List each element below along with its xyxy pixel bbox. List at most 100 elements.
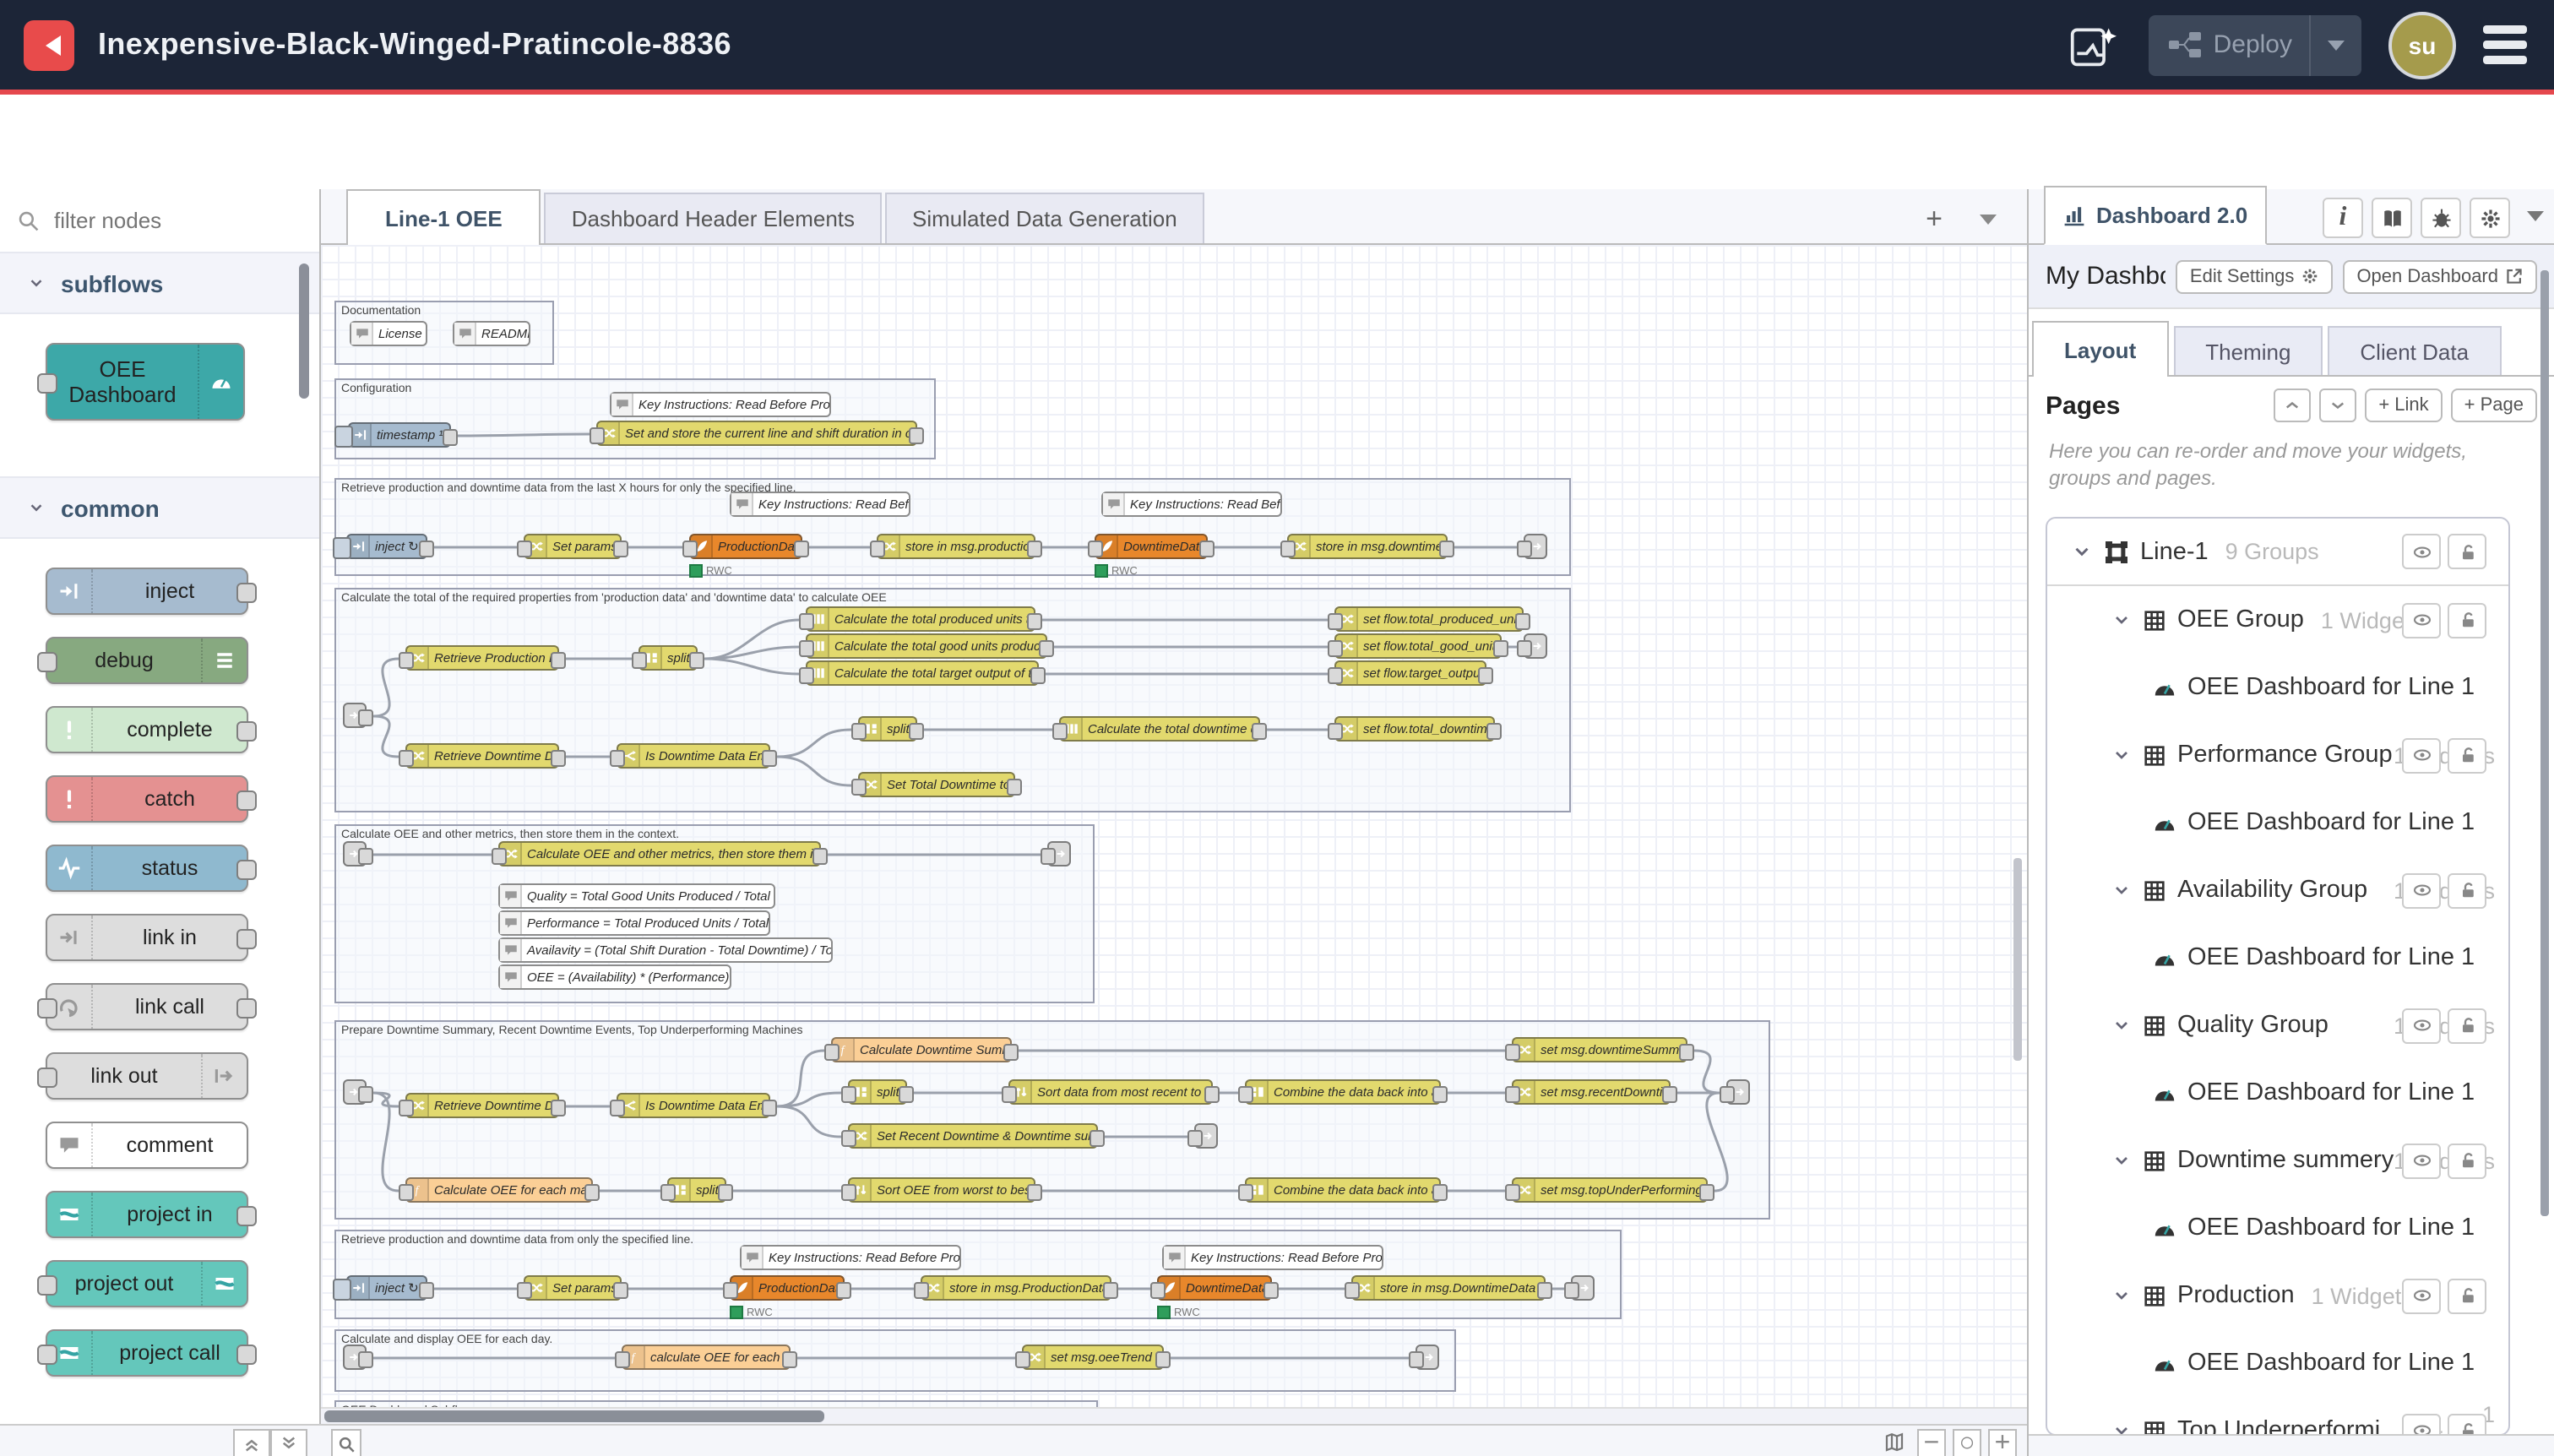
flow-node-switch[interactable]: Is Downtime Data Empty? <box>617 743 770 769</box>
flow-node-calc[interactable]: Calculate the total produced units today <box>806 606 1035 632</box>
settings-tab-icon[interactable] <box>2470 198 2510 238</box>
palette-node-comment[interactable]: comment <box>46 1122 248 1169</box>
lock-toggle-button[interactable] <box>2448 1008 2486 1043</box>
tree-group-row[interactable]: Top Underperformi...1 Widgets <box>2047 1397 2508 1436</box>
input-port[interactable] <box>37 998 57 1019</box>
lock-toggle-button[interactable] <box>2448 534 2486 569</box>
flow-tab-Line-1-OEE[interactable]: Line-1 OEE <box>346 189 541 245</box>
palette-node-project-call[interactable]: project call <box>46 1329 248 1377</box>
add-page-button[interactable]: + Page <box>2451 388 2537 422</box>
flow-node-change[interactable]: set msg.topUnderPerformingMachines <box>1512 1177 1708 1203</box>
lock-toggle-button[interactable] <box>2448 1278 2486 1313</box>
flow-node-change[interactable]: set flow.total_good_units <box>1334 633 1502 659</box>
canvas-vertical-scrollbar[interactable] <box>2013 858 2022 1061</box>
flow-node-change[interactable]: store in msg.production_data <box>877 534 1035 559</box>
flow-node-inject[interactable]: inject ↻ <box>346 534 427 559</box>
flow-node-change[interactable]: set msg.oeeTrend <box>1022 1345 1164 1370</box>
user-avatar[interactable]: su <box>2388 11 2456 79</box>
flow-node-link-in[interactable] <box>343 703 367 728</box>
visibility-toggle-button[interactable] <box>2402 1143 2441 1178</box>
flow-node-data[interactable]: ProductionData <box>689 534 802 559</box>
flow-node-fn[interactable]: fCalculate Downtime Summery <box>831 1037 1012 1062</box>
flow-node-comment[interactable]: README <box>453 321 530 346</box>
flow-node-change[interactable]: store in msg.ProductionData <box>921 1275 1111 1301</box>
tree-group-row[interactable]: Availability Group1 Widgets <box>2047 856 2508 924</box>
collapse-all-categories-button[interactable] <box>233 1429 270 1456</box>
lock-toggle-button[interactable] <box>2448 1143 2486 1178</box>
flow-node-join[interactable]: Combine the data back into an array. <box>1245 1079 1441 1105</box>
flow-node-change[interactable]: set msg.recentDowntime <box>1512 1079 1671 1105</box>
flow-node-data[interactable]: DowntimeData <box>1157 1275 1272 1301</box>
tab-client-data[interactable]: Client Data <box>2328 326 2501 375</box>
flow-node-calc[interactable]: Calculate the total downtime duration <box>1059 716 1260 742</box>
palette-node-debug[interactable]: debug <box>46 637 248 684</box>
output-port[interactable] <box>236 1345 257 1365</box>
flow-node-fn[interactable]: fcalculate OEE for each day <box>622 1345 791 1370</box>
sidebar-tabs-caret[interactable] <box>2527 211 2544 221</box>
flow-node-link-in[interactable] <box>343 1079 367 1105</box>
help-tab-icon[interactable] <box>2372 198 2412 238</box>
flow-node-comment[interactable]: Key Instructions: Read Before Proceeding <box>730 492 910 517</box>
flow-node-comment[interactable]: OEE = (Availability) * (Performance) * (… <box>498 964 731 990</box>
flow-node-comment[interactable]: Performance = Total Produced Units / Tot… <box>498 910 770 936</box>
flow-node-change[interactable]: Set params <box>524 1275 622 1301</box>
flow-node-sort[interactable]: Sort OEE from worst to best <box>848 1177 1035 1203</box>
input-port[interactable] <box>37 373 57 394</box>
output-port[interactable] <box>236 860 257 880</box>
collapse-all-button[interactable] <box>2274 388 2311 422</box>
palette-node-status[interactable]: status <box>46 845 248 892</box>
flow-node-link-in[interactable] <box>343 1345 367 1370</box>
edit-settings-button[interactable]: Edit Settings <box>2176 259 2334 293</box>
flow-canvas[interactable]: DocumentationConfigurationRetrieve produ… <box>321 245 2027 1409</box>
tab-layout[interactable]: Layout <box>2032 321 2168 377</box>
tree-page-row[interactable]: Line-19 Groups <box>2047 519 2508 586</box>
visibility-toggle-button[interactable] <box>2402 872 2441 908</box>
flow-node-fn[interactable]: fCalculate OEE for each machine <box>405 1177 593 1203</box>
chevron-down-icon[interactable] <box>2111 880 2132 900</box>
flow-node-link-out[interactable] <box>1047 841 1071 867</box>
flow-tab-Dashboard-Header-Elements[interactable]: Dashboard Header Elements <box>545 193 882 243</box>
flow-tab-Simulated-Data-Generation[interactable]: Simulated Data Generation <box>885 193 1204 243</box>
flow-node-link-out[interactable] <box>1416 1345 1439 1370</box>
palette-node-link-call[interactable]: link call <box>46 983 248 1030</box>
input-port[interactable] <box>37 1068 57 1088</box>
tree-widget-row[interactable]: OEE Dashboard for Line 1 <box>2047 654 2508 721</box>
visibility-toggle-button[interactable] <box>2402 737 2441 773</box>
navigator-toggle-icon[interactable] <box>1877 1429 1910 1454</box>
zoom-reset-button[interactable]: ○ <box>1953 1429 1981 1456</box>
flow-node-data[interactable]: ProductionData <box>730 1275 845 1301</box>
tree-group-row[interactable]: OEE Group1 Widgets <box>2047 586 2508 654</box>
flow-list-caret[interactable] <box>1980 215 1997 225</box>
flow-node-switch[interactable]: Is Downtime Data Empty? <box>617 1093 770 1118</box>
lock-toggle-button[interactable] <box>2448 872 2486 908</box>
tree-widget-row[interactable]: OEE Dashboard for Line 1 <box>2047 924 2508 991</box>
input-port[interactable] <box>37 652 57 672</box>
output-port[interactable] <box>236 721 257 742</box>
lock-toggle-button[interactable] <box>2448 602 2486 638</box>
palette-node-project-in[interactable]: project in <box>46 1191 248 1238</box>
palette-node-project-out[interactable]: project out <box>46 1260 248 1307</box>
flow-node-change[interactable]: Set params <box>524 534 622 559</box>
palette-node-link-in[interactable]: link in <box>46 914 248 961</box>
flow-node-sort[interactable]: Sort data from most recent to oldest <box>1008 1079 1213 1105</box>
flow-group[interactable]: Calculate and display OEE for each day. <box>334 1329 1456 1392</box>
flow-node-change[interactable]: set flow.total_produced_units <box>1334 606 1524 632</box>
tab-theming[interactable]: Theming <box>2173 326 2323 375</box>
deploy-button[interactable]: Deploy <box>2149 14 2361 75</box>
inject-button[interactable] <box>333 1279 351 1301</box>
palette-node-link-out[interactable]: link out <box>46 1052 248 1100</box>
canvas-search-button[interactable] <box>331 1429 361 1456</box>
sidebar-scrollbar[interactable] <box>2540 270 2549 1216</box>
tree-widget-row[interactable]: OEE Dashboard for Line 1 <box>2047 1194 2508 1262</box>
flow-node-inject[interactable]: inject ↻ <box>346 1275 427 1301</box>
chevron-down-icon[interactable] <box>2111 1150 2132 1171</box>
flow-node-split[interactable]: split <box>667 1177 726 1203</box>
tree-widget-row[interactable]: OEE Dashboard for Line 1 <box>2047 789 2508 856</box>
flow-node-comment[interactable]: Key Instructions: Read Before Proceeding <box>740 1245 961 1270</box>
flow-node-comment[interactable]: Availavity = (Total Shift Duration - Tot… <box>498 937 833 963</box>
flow-node-calc[interactable]: Calculate the total good units produced … <box>806 633 1047 659</box>
flow-node-link-in[interactable] <box>343 841 367 867</box>
input-port[interactable] <box>37 1275 57 1296</box>
main-menu-icon[interactable] <box>2483 25 2527 64</box>
palette-filter-input[interactable] <box>51 206 277 235</box>
